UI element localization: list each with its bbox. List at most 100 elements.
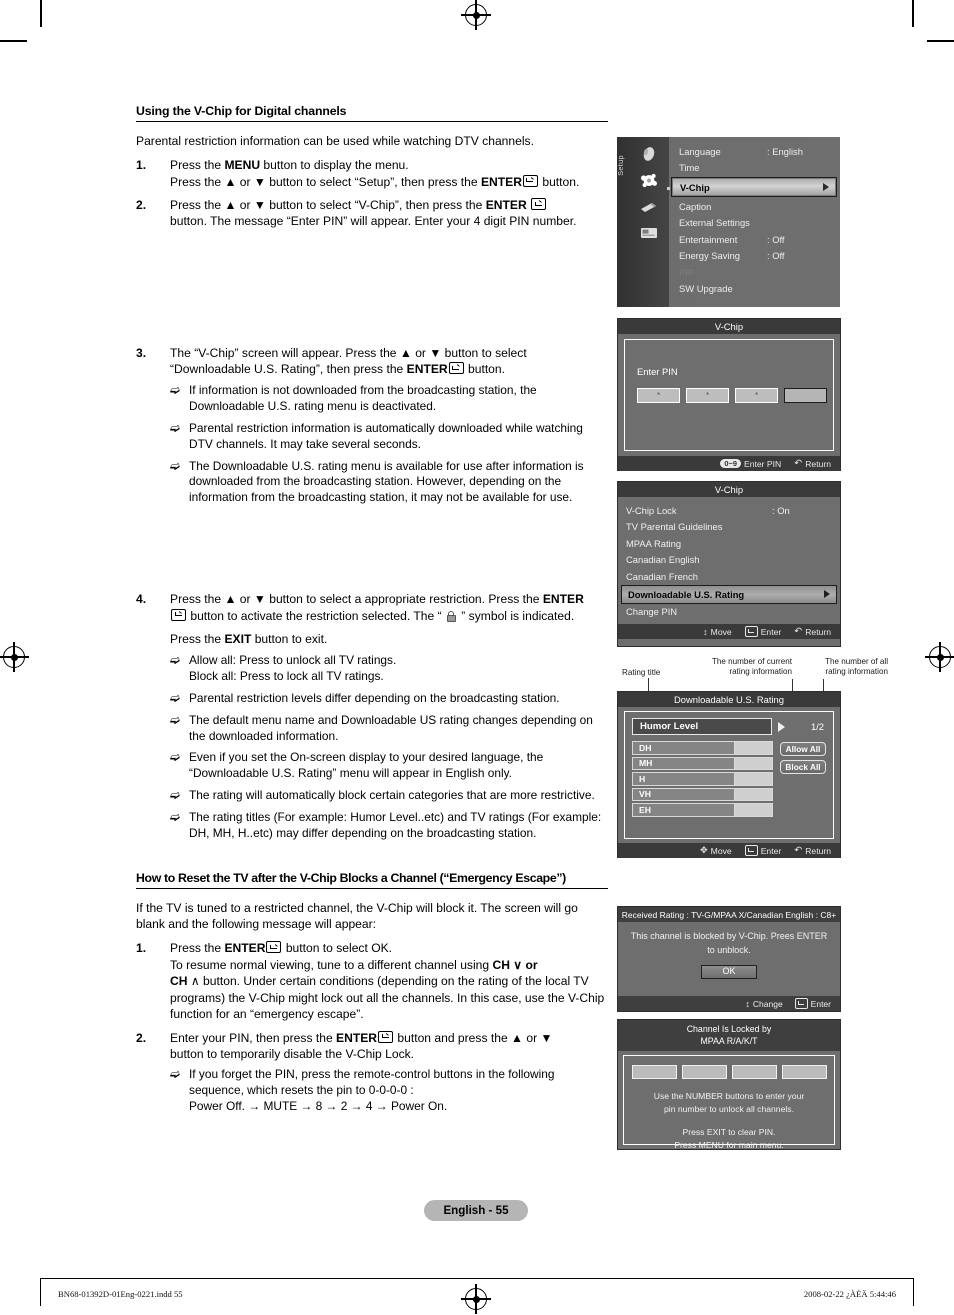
section1-lead: Parental restriction information can be …	[136, 134, 534, 148]
footer-rule-right-tick	[913, 1278, 914, 1306]
print-file-name: BN68-01392D-01Eng-0221.indd 55	[58, 1289, 183, 1299]
rating-checkbox[interactable]	[735, 803, 773, 817]
locked-pin-digit-2[interactable]	[681, 1065, 727, 1079]
vchip-row-tv-parental-guidelines[interactable]: TV Parental Guidelines	[618, 519, 840, 536]
setup-row-entertainment[interactable]: Entertainment: Off	[669, 231, 840, 248]
step-number: 2.	[136, 197, 147, 212]
section1-steps-cont: 3. The “V-Chip” screen will appear. Pres…	[136, 345, 608, 507]
enter-key: ENTER	[224, 941, 266, 956]
locked-pin-digit-4[interactable]	[781, 1065, 827, 1079]
step-1-reset: 1. Press the ENTER button to select OK. …	[136, 940, 608, 1022]
vchip-window-body: V-Chip Lock: On TV Parental Guidelines M…	[618, 497, 840, 624]
remote-icon[interactable]	[639, 198, 659, 215]
vchip-row-canadian-english[interactable]: Canadian English	[618, 552, 840, 569]
rating-row-eh[interactable]: EH	[632, 803, 773, 817]
step-3-notes: ➫ If information is not downloaded from t…	[170, 383, 608, 507]
locked-pin-group[interactable]	[631, 1065, 827, 1079]
locked-text-line3: Press EXIT to clear PIN.	[682, 1126, 776, 1137]
note-item: ➫ The default menu name and Downloadable …	[170, 713, 608, 745]
footer-return: ↶ Return	[794, 626, 831, 637]
rating-title-row[interactable]: Humor Level 1/2	[632, 718, 826, 735]
gear-icon[interactable]	[639, 172, 659, 189]
pin-digit-1[interactable]: *	[637, 388, 680, 403]
enter-icon	[522, 174, 538, 187]
note-text: If information is not downloaded from th…	[189, 382, 537, 413]
bullet-arrow-icon: ➫	[170, 810, 181, 825]
rating-row-vh[interactable]: VH	[632, 787, 773, 801]
section2-lead: If the TV is tuned to a restricted chann…	[136, 901, 578, 932]
allow-all-button[interactable]: Allow All	[780, 742, 826, 756]
callout-current-count: The number of current rating information	[711, 657, 792, 677]
bullet-arrow-icon: ➫	[170, 712, 181, 727]
rating-checkbox[interactable]	[735, 741, 773, 755]
setup-row-vchip[interactable]: V-Chip	[667, 177, 837, 197]
row-label: Change PIN	[626, 606, 678, 618]
rating-checkbox[interactable]	[735, 772, 773, 786]
menu-key: MENU	[224, 158, 261, 173]
rating-label: VH	[632, 787, 735, 801]
four-way-arrow-icon: ✥	[700, 845, 708, 855]
pin-digit-4[interactable]	[784, 388, 827, 403]
footer-label: Return	[805, 626, 831, 637]
setup-row-language[interactable]: Language: English	[669, 143, 840, 160]
vchip-row-change-pin[interactable]: Change PIN	[618, 604, 840, 621]
card-icon[interactable]	[639, 224, 659, 241]
footer-label: Enter	[810, 998, 831, 1009]
step-text-part: ∨ or	[509, 957, 538, 972]
footer-label: Return	[805, 845, 831, 856]
blocked-message-body: This channel is blocked by V-Chip. Prees…	[618, 922, 840, 996]
locked-pin-digit-1[interactable]	[631, 1065, 677, 1079]
registration-mark-top	[461, 0, 491, 30]
ch-key: CH	[170, 974, 188, 989]
row-label: PIP	[679, 266, 695, 278]
step-text-part: ” symbol is indicated.	[457, 608, 575, 623]
bullet-arrow-icon: ➫	[170, 382, 181, 397]
note-text: Parental restriction levels differ depen…	[189, 690, 560, 705]
section-heading-vchip-digital: Using the V-Chip for Digital channels	[136, 104, 608, 122]
pin-input-group[interactable]: * * *	[637, 388, 827, 403]
vchip-row-downloadable-us-rating[interactable]: Downloadable U.S. Rating	[621, 584, 837, 604]
row-label: V-Chip Lock	[626, 504, 677, 516]
locked-instruction-2: Press EXIT to clear PIN. Press MENU for …	[674, 1126, 783, 1152]
pin-inner-frame: Enter PIN * * *	[624, 339, 834, 451]
dl-window-footer: ✥ Move Enter ↶ Return	[618, 843, 840, 858]
setup-row-energy-saving[interactable]: Energy Saving: Off	[669, 248, 840, 265]
block-all-button[interactable]: Block All	[780, 760, 826, 774]
rating-row-dh[interactable]: DH	[632, 741, 773, 755]
crop-mark-top-right-h	[927, 40, 954, 42]
row-label: SW Upgrade	[679, 283, 733, 295]
rating-checkbox[interactable]	[735, 756, 773, 770]
numeric-keys-icon: 0~9	[720, 459, 741, 468]
step-3: 3. The “V-Chip” screen will appear. Pres…	[136, 345, 608, 507]
rating-title-chip[interactable]: Humor Level	[632, 718, 772, 735]
rating-row-h[interactable]: H	[632, 772, 773, 786]
footer-label: Return	[805, 458, 831, 469]
chevron-right-icon[interactable]	[778, 721, 785, 732]
rating-row-mh[interactable]: MH	[632, 756, 773, 770]
footer-enter: Enter	[744, 845, 781, 856]
footer-label: Move	[710, 845, 732, 856]
selection-dot	[667, 187, 670, 190]
setup-row-external-settings[interactable]: External Settings	[669, 215, 840, 232]
setup-row-caption[interactable]: Caption	[669, 198, 840, 215]
step-number: 3.	[136, 345, 147, 360]
pin-window-footer: 0~9 Enter PIN ↶ Return	[618, 456, 840, 471]
row-label: Canadian English	[626, 554, 700, 566]
footer-label: Move	[710, 626, 732, 637]
footer-label: Change	[752, 998, 783, 1009]
setup-row-time[interactable]: Time	[669, 160, 840, 177]
rating-label: MH	[632, 756, 735, 770]
footer-change: ↕ Change	[745, 999, 782, 1009]
pin-digit-3[interactable]: *	[735, 388, 778, 403]
vchip-row-mpaa-rating[interactable]: MPAA Rating	[618, 535, 840, 552]
ok-button[interactable]: OK	[701, 964, 757, 979]
vchip-row-canadian-french[interactable]: Canadian French	[618, 568, 840, 585]
hand-icon[interactable]	[639, 146, 659, 163]
pin-digit-2[interactable]: *	[686, 388, 729, 403]
step-text-part: button.	[538, 174, 580, 189]
setup-row-sw-upgrade[interactable]: SW Upgrade	[669, 281, 840, 298]
locked-pin-digit-3[interactable]	[731, 1065, 777, 1079]
enter-key: ENTER	[542, 592, 584, 607]
rating-checkbox[interactable]	[735, 787, 773, 801]
vchip-row-lock[interactable]: V-Chip Lock: On	[618, 502, 840, 519]
